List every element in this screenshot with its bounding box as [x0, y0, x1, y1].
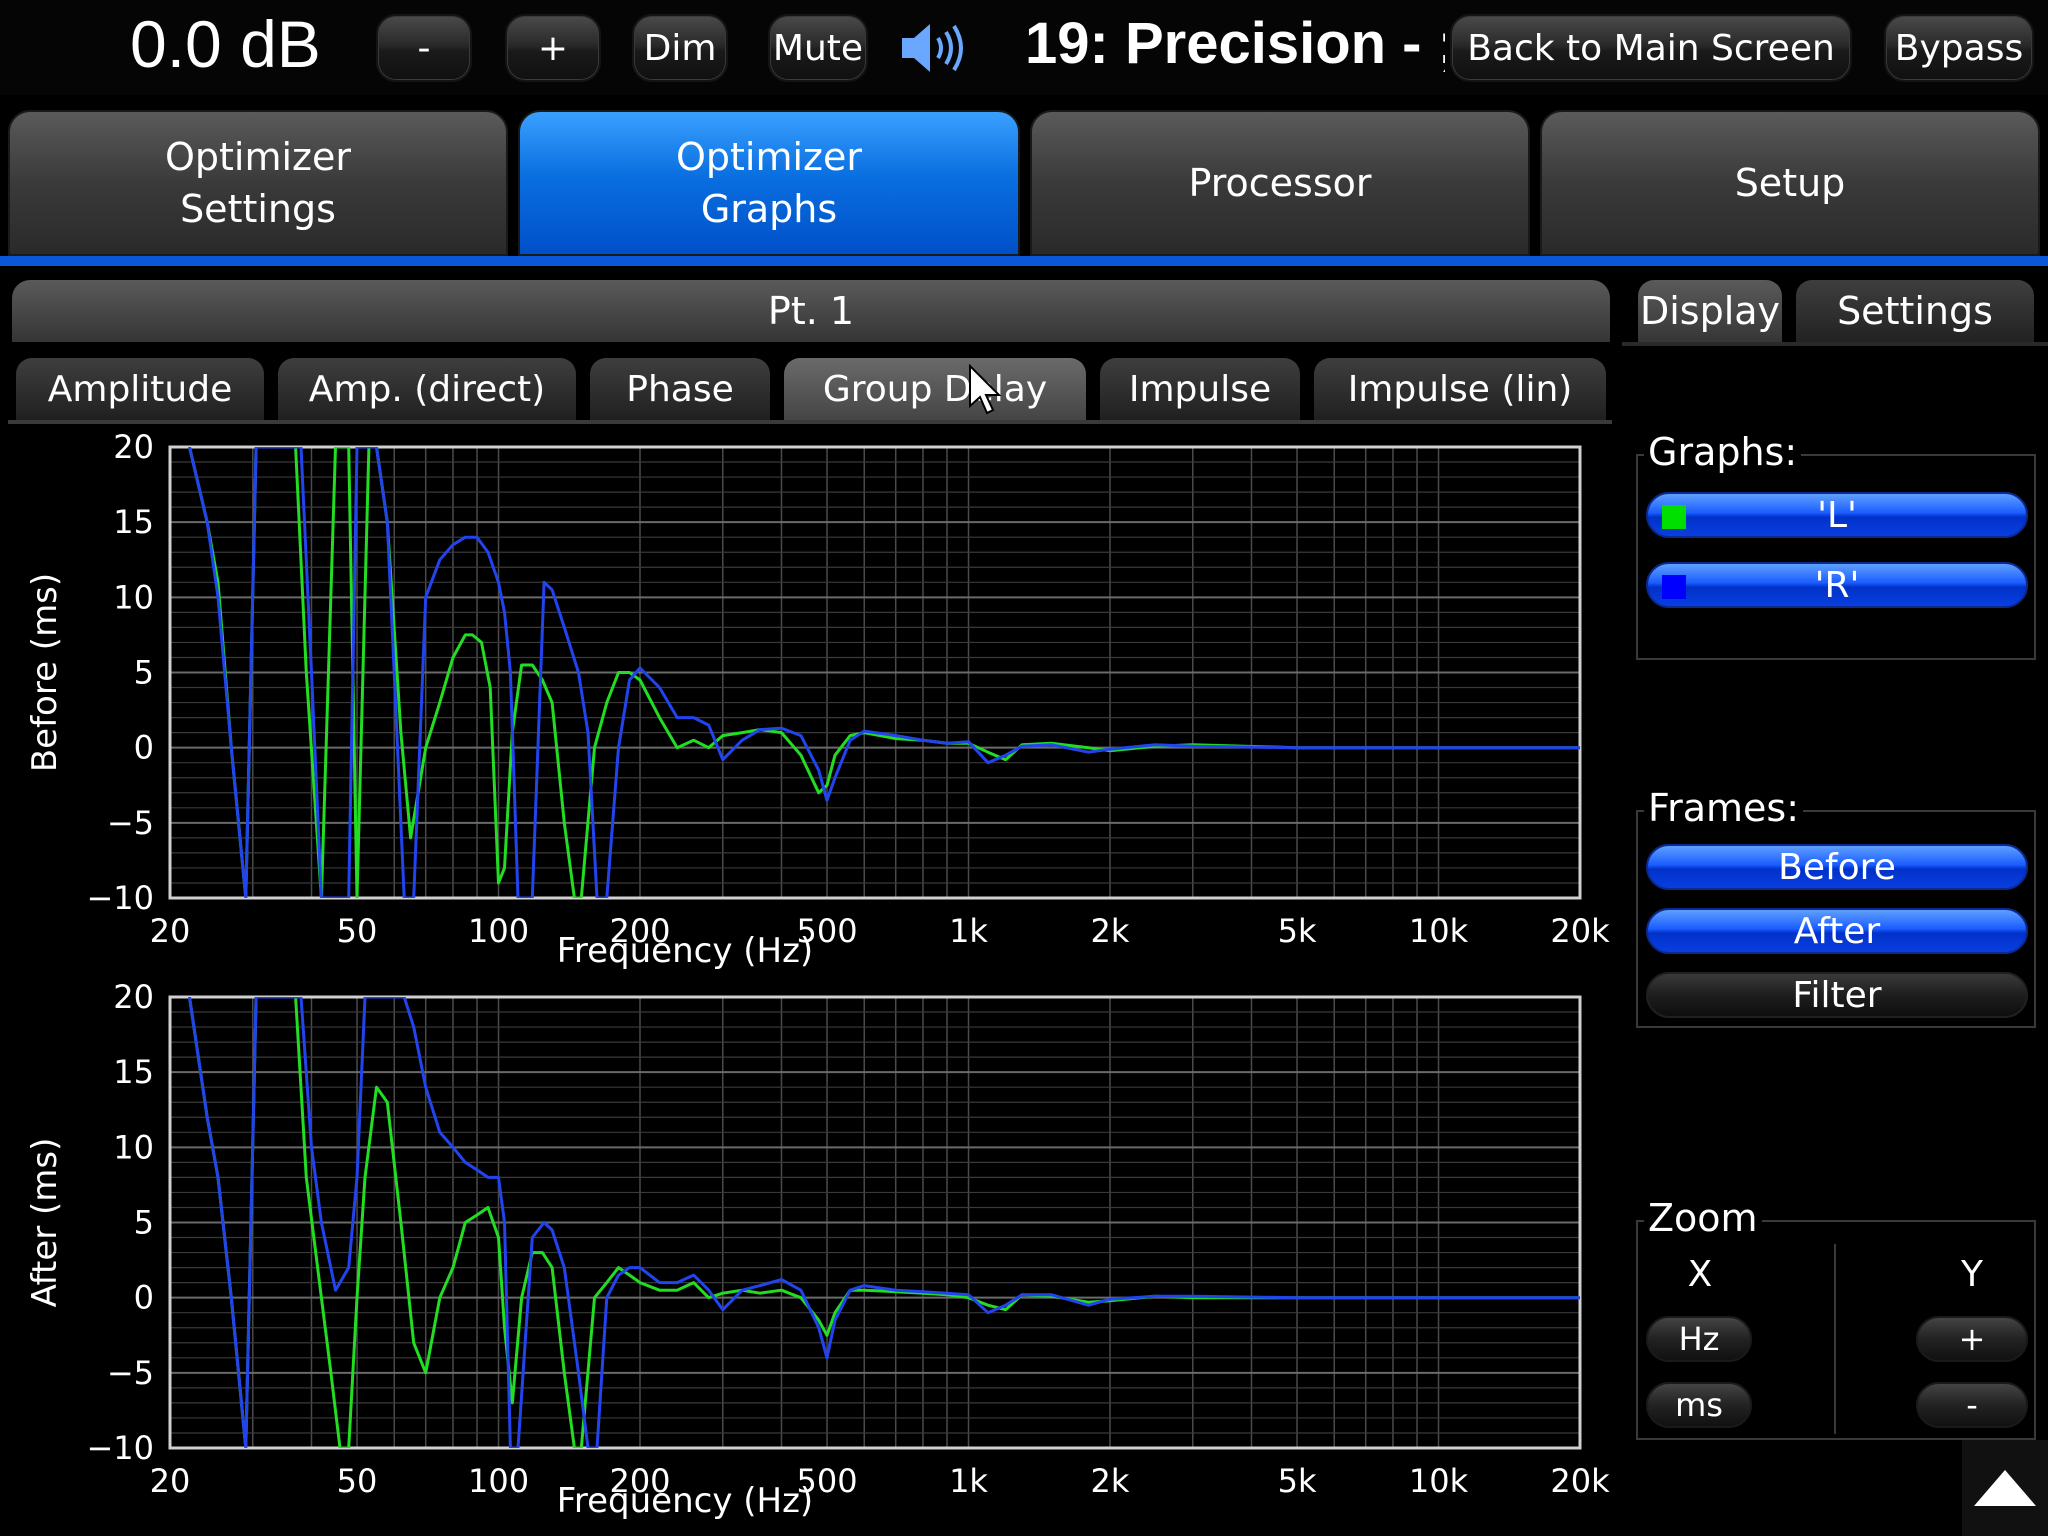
tab-group-delay[interactable]: Group Delay — [784, 358, 1086, 420]
tab-impulse[interactable]: Impulse — [1100, 358, 1300, 420]
x-tick-label: 100 — [468, 912, 529, 950]
y-tick-label: 20 — [113, 980, 154, 1016]
x-axis-label: Frequency (Hz) — [557, 931, 813, 971]
mouse-cursor-icon — [968, 363, 1002, 420]
x-tick-label: 10k — [1409, 1462, 1469, 1500]
tab-side-settings[interactable]: Settings — [1796, 280, 2034, 342]
x-tick-label: 20k — [1550, 1462, 1610, 1500]
tab-impulse-lin[interactable]: Impulse (lin) — [1314, 358, 1606, 420]
y-tick-label: 0 — [134, 729, 154, 767]
x-tick-label: 100 — [468, 1462, 529, 1500]
tab-display[interactable]: Display — [1638, 280, 1782, 342]
subtab-divider — [8, 420, 1612, 424]
x-tick-label: 2k — [1091, 1462, 1130, 1500]
tab-label-line1: Optimizer — [164, 135, 351, 179]
frame-toggle-after[interactable]: After — [1646, 908, 2028, 954]
zoom-x-label: X — [1687, 1254, 1713, 1295]
y-tick-label: 15 — [113, 503, 154, 541]
y-tick-label: −10 — [86, 879, 154, 917]
tab-label-line2: Settings — [180, 187, 336, 231]
tab-processor[interactable]: Processor — [1030, 110, 1530, 256]
triangle-up-icon[interactable] — [1962, 1440, 2048, 1536]
x-tick-label: 50 — [337, 912, 378, 950]
frame-toggle-before[interactable]: Before — [1646, 844, 2028, 890]
after-graph-svg: 20151050−5−1020 50 100 200 500 1k 2k 5k 10k 20kFr… — [25, 978, 1610, 1521]
x-tick-label: 20 — [150, 1462, 191, 1500]
speaker-volume-icon[interactable] — [898, 20, 978, 76]
x-tick-label: 10k — [1409, 912, 1469, 950]
zoom-x-ms-button[interactable]: ms — [1646, 1382, 1752, 1428]
x-tick-label: 50 — [337, 1462, 378, 1500]
series-color-swatch — [1662, 505, 1686, 529]
side-tab-divider — [1622, 342, 2048, 346]
mute-button[interactable]: Mute — [768, 14, 868, 82]
tab-amplitude[interactable]: Amplitude — [16, 358, 264, 420]
graphs-group-title: Graphs: — [1644, 430, 1802, 474]
tab-label-line1: Optimizer — [675, 135, 862, 179]
graphs-group — [1636, 454, 2036, 660]
tab-optimizer-settings[interactable]: Optimizer Settings — [8, 110, 508, 256]
volume-down-button[interactable]: - — [376, 14, 472, 82]
top-bar: 0.0 dB - + Dim Mute 19: Precision - ; Ba… — [0, 0, 2048, 95]
x-tick-label: 1k — [949, 912, 988, 950]
tab-label: Processor — [1188, 161, 1372, 205]
tab-underline — [0, 256, 2048, 266]
y-tick-label: 20 — [113, 430, 154, 466]
y-tick-label: 5 — [134, 654, 154, 692]
preset-name: 19: Precision - ; — [1025, 11, 1445, 76]
graph-toggle-label: 'L' — [1817, 494, 1857, 536]
zoom-group-title: Zoom — [1644, 1196, 1762, 1240]
before-graph-svg: 20151050−5−1020 50 100 200 500 1k 2k 5k 10k 20kFr… — [25, 428, 1610, 971]
y-axis-label: After (ms) — [25, 1138, 65, 1308]
y-tick-label: −10 — [86, 1429, 154, 1467]
tab-amp-direct[interactable]: Amp. (direct) — [278, 358, 576, 420]
y-tick-label: 5 — [134, 1204, 154, 1242]
x-tick-label: 1k — [949, 1462, 988, 1500]
tab-optimizer-graphs[interactable]: Optimizer Graphs — [518, 110, 1020, 256]
y-axis-label: Before (ms) — [25, 573, 65, 772]
tab-phase[interactable]: Phase — [590, 358, 770, 420]
x-tick-label: 20 — [150, 912, 191, 950]
y-tick-label: 15 — [113, 1053, 154, 1091]
volume-readout: 0.0 dB — [130, 7, 321, 81]
zoom-x-hz-button[interactable]: Hz — [1646, 1316, 1752, 1362]
graph-toggle-label: 'R' — [1814, 564, 1860, 606]
frame-toggle-filter[interactable]: Filter — [1646, 972, 2028, 1018]
zoom-y-minus-button[interactable]: - — [1916, 1382, 2028, 1428]
bypass-button[interactable]: Bypass — [1884, 14, 2034, 82]
back-to-main-button[interactable]: Back to Main Screen — [1450, 14, 1852, 82]
graph-toggle-L[interactable]: 'L' — [1646, 492, 2028, 538]
graph-toggle-R[interactable]: 'R' — [1646, 562, 2028, 608]
zoom-y-label: Y — [1961, 1254, 1983, 1295]
after-graph[interactable]: 20 15 10 5 0 −5 −10 20 50 100 200 500 1k 2k 5k 10k 20k Fr… — [0, 978, 1620, 1534]
x-tick-label: 2k — [1091, 912, 1130, 950]
zoom-y-plus-button[interactable]: + — [1916, 1316, 2028, 1362]
y-tick-label: 10 — [113, 578, 154, 616]
y-tick-label: −5 — [107, 1354, 154, 1392]
volume-up-button[interactable]: + — [505, 14, 601, 82]
frames-group-title: Frames: — [1644, 786, 1803, 830]
series-color-swatch — [1662, 575, 1686, 599]
tab-label: Setup — [1734, 161, 1846, 205]
before-graph[interactable]: 20 15 10 5 0 −5 −10 20 50 100 200 500 1k 2k 5k 10k 20k Fr… — [0, 428, 1620, 984]
zoom-divider — [1834, 1244, 1836, 1434]
tab-point-1[interactable]: Pt. 1 — [12, 280, 1610, 342]
y-tick-label: 10 — [113, 1128, 154, 1166]
x-tick-label: 20k — [1550, 912, 1610, 950]
y-tick-label: 0 — [134, 1279, 154, 1317]
x-tick-label: 5k — [1278, 912, 1317, 950]
x-tick-label: 5k — [1278, 1462, 1317, 1500]
y-tick-label: −5 — [107, 804, 154, 842]
dim-button[interactable]: Dim — [632, 14, 728, 82]
tab-label-line2: Graphs — [700, 187, 838, 231]
x-axis-label: Frequency (Hz) — [557, 1481, 813, 1521]
tab-setup[interactable]: Setup — [1540, 110, 2040, 256]
